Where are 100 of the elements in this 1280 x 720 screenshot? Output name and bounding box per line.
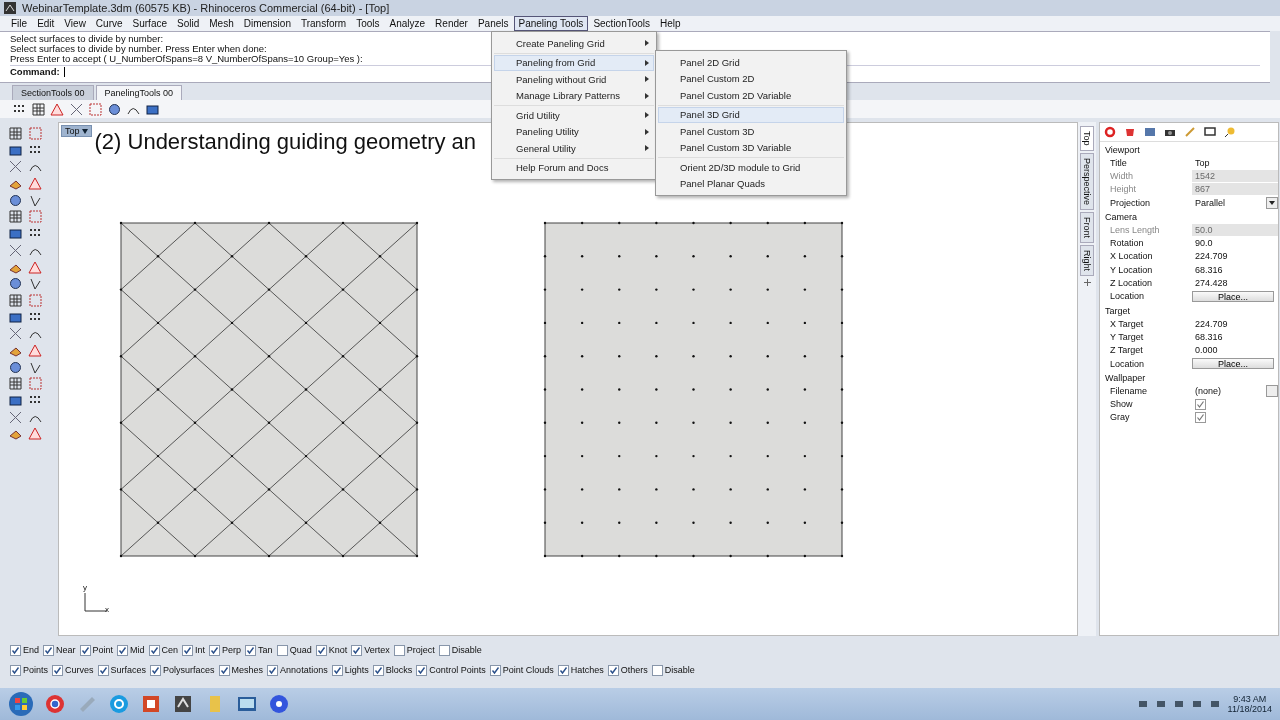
menu-item[interactable]: General Utility — [494, 140, 654, 157]
taskbar-app-icon[interactable] — [44, 693, 66, 715]
menu-item[interactable]: Panels — [472, 16, 514, 31]
tray-icon[interactable] — [1191, 699, 1202, 709]
menu-item[interactable]: View — [59, 16, 91, 31]
menu-item[interactable]: Help Forum and Docs — [494, 159, 654, 176]
menu-item[interactable]: Surface — [127, 16, 172, 31]
menu-item[interactable]: Panel Custom 3D — [658, 123, 844, 140]
checkbox[interactable] — [10, 644, 21, 656]
checkbox[interactable] — [557, 664, 569, 676]
checkbox[interactable] — [276, 644, 288, 656]
tool-icon[interactable] — [8, 192, 23, 208]
checkbox[interactable] — [148, 644, 160, 656]
tray-icon[interactable] — [1155, 699, 1166, 709]
menu-item[interactable]: Tools — [351, 16, 385, 31]
viewport-tab[interactable]: Perspective — [1080, 152, 1094, 210]
start-button[interactable] — [8, 691, 34, 717]
browse-button[interactable] — [1266, 384, 1278, 397]
checkbox[interactable] — [315, 644, 327, 656]
tool-icon[interactable] — [8, 376, 23, 392]
menu-item[interactable]: Paneling from Grid — [494, 54, 654, 71]
checkbox[interactable] — [489, 664, 501, 676]
checkbox[interactable] — [331, 664, 343, 676]
taskbar-app-icon[interactable] — [172, 693, 194, 715]
menu-item[interactable]: Dimension — [238, 16, 296, 31]
taskbar-app-icon[interactable] — [140, 693, 162, 715]
checkbox[interactable] — [209, 644, 221, 656]
menu-item[interactable]: File — [6, 16, 33, 31]
tray-icon[interactable] — [1137, 699, 1148, 709]
checkbox[interactable] — [182, 644, 194, 656]
menu-item[interactable]: Panel Planar Quads — [658, 175, 844, 192]
menu-item[interactable]: Panel Custom 2D Variable — [658, 87, 844, 104]
tool-icon[interactable] — [8, 209, 23, 225]
checkbox[interactable] — [150, 664, 162, 676]
menu-item[interactable]: Analyze — [384, 16, 431, 31]
checkbox[interactable] — [651, 664, 663, 676]
place-button[interactable]: Place... — [1192, 290, 1274, 302]
menu-item[interactable]: Panel Custom 3D Variable — [658, 139, 844, 156]
tool-icon[interactable] — [107, 101, 122, 117]
tool-icon[interactable] — [8, 393, 23, 408]
menu-item[interactable]: Transform — [295, 16, 352, 31]
tool-icon[interactable] — [8, 292, 23, 308]
tool-icon[interactable] — [8, 359, 23, 375]
checkbox[interactable] — [43, 644, 54, 656]
tool-icon[interactable] — [69, 101, 84, 117]
checkbox[interactable] — [351, 644, 363, 656]
menu-item[interactable]: Paneling Utility — [494, 123, 654, 140]
tray-icon[interactable] — [1209, 699, 1220, 709]
checkbox[interactable] — [1195, 398, 1206, 410]
tool-icon[interactable] — [28, 276, 43, 292]
menu-item[interactable]: Panel 2D Grid — [658, 54, 844, 71]
menu-item[interactable]: Mesh — [204, 16, 239, 31]
viewport-label[interactable]: Top — [61, 125, 92, 137]
command-prompt: Command: — [10, 67, 60, 77]
place-button[interactable]: Place... — [1192, 358, 1274, 369]
checkbox[interactable] — [1195, 411, 1206, 423]
toolbar-tab[interactable]: PanelingTools 00 — [95, 85, 183, 100]
checkbox[interactable] — [117, 644, 129, 656]
checkbox[interactable] — [393, 644, 405, 656]
panel-tab-icon[interactable] — [1204, 126, 1216, 138]
add-icon[interactable] — [1082, 277, 1092, 287]
menu-item[interactable]: Panel Custom 2D — [658, 70, 844, 87]
taskbar-app-icon[interactable] — [268, 693, 290, 715]
menu-item[interactable]: Help — [655, 16, 686, 31]
checkbox[interactable] — [97, 664, 109, 676]
menu-item[interactable]: Manage Library Patterns — [494, 87, 654, 104]
checkbox[interactable] — [416, 664, 428, 676]
viewport-tab[interactable]: Top — [1080, 126, 1094, 151]
checkbox[interactable] — [267, 664, 279, 676]
menu-item[interactable]: Grid Utility — [494, 107, 654, 124]
property-value: 1542 — [1192, 169, 1278, 182]
menu-item[interactable]: Curve — [90, 16, 128, 31]
dropdown-button[interactable] — [1266, 196, 1278, 209]
checkbox[interactable] — [245, 644, 257, 656]
tool-icon[interactable] — [8, 126, 23, 141]
checkbox[interactable] — [52, 664, 63, 676]
toolbar-tab[interactable]: SectionTools 00 — [12, 85, 94, 100]
menu-item[interactable]: Paneling without Grid — [494, 71, 654, 88]
tool-icon[interactable] — [8, 226, 23, 242]
property-value[interactable]: Parallel — [1192, 196, 1266, 209]
tool-icon[interactable] — [8, 276, 23, 292]
viewport-tab[interactable]: Front — [1080, 211, 1094, 243]
checkbox[interactable] — [79, 644, 91, 656]
checkbox[interactable] — [438, 644, 450, 656]
menu-item[interactable]: Solid — [172, 16, 205, 31]
menu-item[interactable]: Panel 3D Grid — [658, 106, 844, 123]
tray-icon[interactable] — [1173, 699, 1184, 709]
menu-item[interactable]: Edit — [32, 16, 60, 31]
menu-item[interactable]: Create Paneling Grid — [494, 35, 654, 52]
menu-item[interactable]: Orient 2D/3D module to Grid — [658, 159, 844, 176]
checkbox[interactable] — [372, 664, 384, 676]
menu-item[interactable]: SectionTools — [588, 16, 656, 31]
checkbox[interactable] — [218, 664, 230, 676]
taskbar-app-icon[interactable] — [108, 693, 130, 715]
checkbox[interactable] — [10, 664, 21, 676]
menu-item[interactable]: Render — [430, 16, 473, 31]
checkbox[interactable] — [607, 664, 619, 676]
menu-item[interactable]: Paneling Tools — [513, 16, 589, 31]
viewport-tab[interactable]: Right — [1080, 244, 1094, 276]
tool-icon[interactable] — [31, 101, 46, 117]
